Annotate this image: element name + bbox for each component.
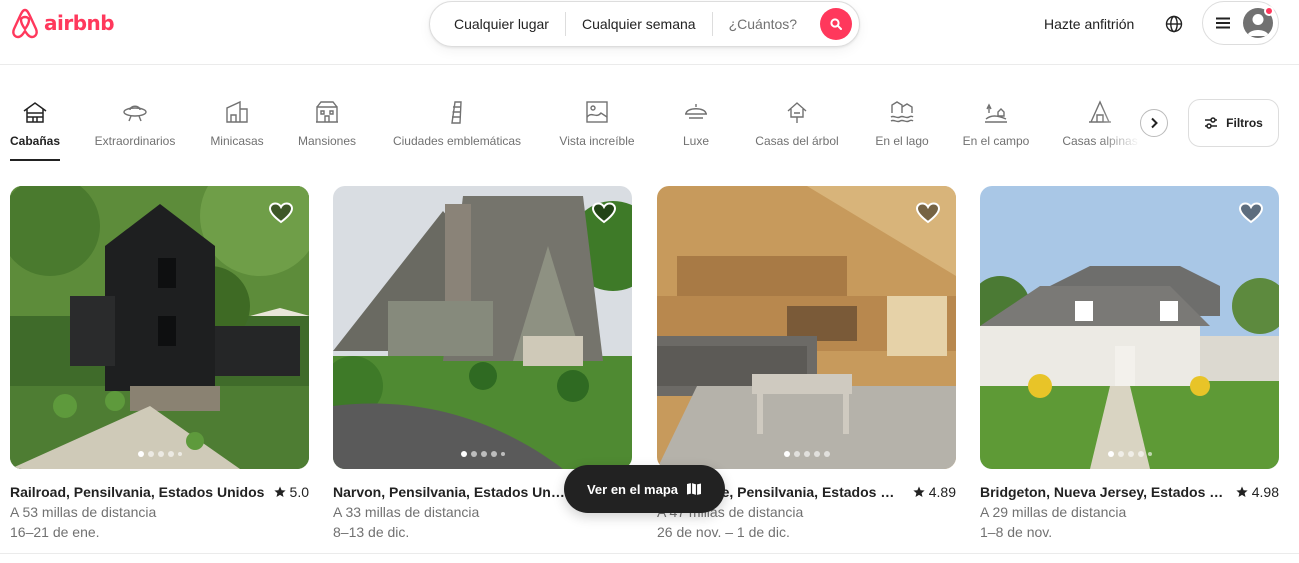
photo-pagination — [980, 451, 1279, 457]
category-label: Minicasas — [210, 134, 264, 148]
listing-title: Bridgeton, Nueva Jersey, Estados Unidos — [980, 484, 1225, 500]
photo-pagination — [657, 451, 956, 457]
listing-image — [980, 186, 1279, 469]
search-week[interactable]: Cualquier semana — [566, 16, 712, 32]
search-button[interactable] — [820, 8, 852, 40]
hamburger-icon — [1216, 17, 1230, 29]
listing-dates: 8–13 de dic. — [333, 524, 410, 540]
tiny-house-icon — [226, 100, 248, 123]
listing-distance: A 29 millas de distancia — [980, 504, 1127, 520]
ufo-icon — [123, 105, 147, 122]
filters-button[interactable]: Filtros — [1188, 99, 1279, 147]
show-map-button[interactable]: Ver en el mapa — [564, 465, 725, 513]
category-label: En el lago — [875, 134, 929, 148]
active-category-indicator — [10, 159, 60, 161]
listing-dates: 1–8 de nov. — [980, 524, 1053, 540]
category-label: Ciudades emblemáticas — [392, 134, 522, 148]
search-place[interactable]: Cualquier lugar — [430, 16, 565, 32]
listing-rating: 4.89 — [913, 484, 956, 500]
airbnb-logo[interactable]: airbnb — [10, 7, 115, 39]
listing-distance: A 53 millas de distancia — [10, 504, 157, 520]
category-cabins[interactable]: Cabañas — [10, 95, 60, 161]
category-mansions[interactable]: Mansiones — [292, 95, 362, 161]
globe-icon[interactable] — [1164, 14, 1184, 34]
notification-badge — [1264, 6, 1274, 16]
top-header: airbnb Cualquier lugar Cualquier semana … — [0, 0, 1299, 65]
leaning-tower-icon — [451, 101, 462, 124]
star-icon — [1236, 486, 1248, 497]
search-icon — [830, 18, 842, 30]
category-amazing[interactable]: Extraordinarios — [86, 95, 184, 161]
star-icon — [273, 486, 286, 497]
rating-value: 4.98 — [1251, 484, 1279, 500]
category-fade — [1100, 95, 1140, 161]
rating-value: 4.89 — [928, 484, 956, 500]
heart-icon[interactable] — [1239, 202, 1263, 224]
listing-dates: 26 de nov. – 1 de dic. — [657, 524, 790, 540]
search-guests[interactable]: ¿Cuántos? — [713, 16, 813, 32]
listing-image — [10, 186, 309, 469]
listing-image — [657, 186, 956, 469]
listing-rating: 5.0 — [273, 484, 309, 500]
heart-icon[interactable] — [269, 202, 293, 224]
category-label: Cabañas — [9, 134, 61, 148]
category-tiny-homes[interactable]: Minicasas — [204, 95, 270, 161]
listing-card[interactable]: Bridgeton, Nueva Jersey, Estados Unidos … — [980, 186, 1279, 540]
listing-title: Railroad, Pensilvania, Estados Unidos — [10, 484, 265, 500]
countryside-icon — [985, 103, 1007, 123]
category-iconic-cities[interactable]: Ciudades emblemáticas — [385, 95, 529, 161]
sliders-icon — [1205, 117, 1218, 129]
heart-icon[interactable] — [592, 202, 616, 224]
category-label: En el campo — [962, 134, 1030, 148]
listing-photo[interactable] — [10, 186, 309, 469]
listing-photo[interactable] — [657, 186, 956, 469]
search-bar[interactable]: Cualquier lugar Cualquier semana ¿Cuánto… — [429, 1, 860, 47]
become-host-link[interactable]: Hazte anfitrión — [1044, 16, 1134, 32]
category-amazing-views[interactable]: Vista increíble — [553, 95, 641, 161]
map-icon — [687, 483, 702, 495]
lake-icon — [890, 101, 914, 123]
category-label: Mansiones — [297, 134, 357, 148]
picture-view-icon — [586, 101, 608, 123]
category-label: Luxe — [682, 134, 710, 148]
listing-dates: 16–21 de ene. — [10, 524, 100, 540]
category-countryside[interactable]: En el campo — [958, 95, 1034, 161]
treehouse-icon — [787, 102, 807, 123]
listing-title: Narvon, Pensilvania, Estados Unidos — [333, 484, 568, 500]
listing-photo[interactable] — [333, 186, 632, 469]
category-label: Casas del árbol — [755, 134, 839, 148]
rating-value: 5.0 — [289, 484, 309, 500]
airbnb-logo-icon — [12, 8, 38, 39]
listing-photo[interactable] — [980, 186, 1279, 469]
star-icon — [913, 486, 925, 497]
divider — [0, 553, 1299, 554]
listing-rating: 4.98 — [1236, 484, 1279, 500]
category-label: Vista increíble — [559, 134, 635, 148]
listing-card[interactable]: Railroad, Pensilvania, Estados Unidos 5.… — [10, 186, 309, 540]
category-luxe[interactable]: Luxe — [670, 95, 722, 161]
category-bar: Cabañas Extraordinarios Minicasas Mansio… — [0, 95, 1140, 165]
filters-label: Filtros — [1226, 116, 1263, 130]
show-map-label: Ver en el mapa — [586, 481, 679, 497]
category-label: Extraordinarios — [94, 134, 176, 148]
heart-icon[interactable] — [916, 202, 940, 224]
chevron-right-icon — [1151, 117, 1158, 129]
category-lake[interactable]: En el lago — [870, 95, 934, 161]
listing-image — [333, 186, 632, 469]
luxe-icon — [685, 104, 707, 119]
brand-name: airbnb — [44, 11, 115, 35]
categories-next-button[interactable] — [1140, 109, 1168, 137]
cabin-icon — [23, 102, 47, 123]
category-treehouses[interactable]: Casas del árbol — [752, 95, 842, 161]
photo-pagination — [333, 451, 632, 457]
mansion-icon — [316, 101, 338, 123]
photo-pagination — [10, 451, 309, 457]
